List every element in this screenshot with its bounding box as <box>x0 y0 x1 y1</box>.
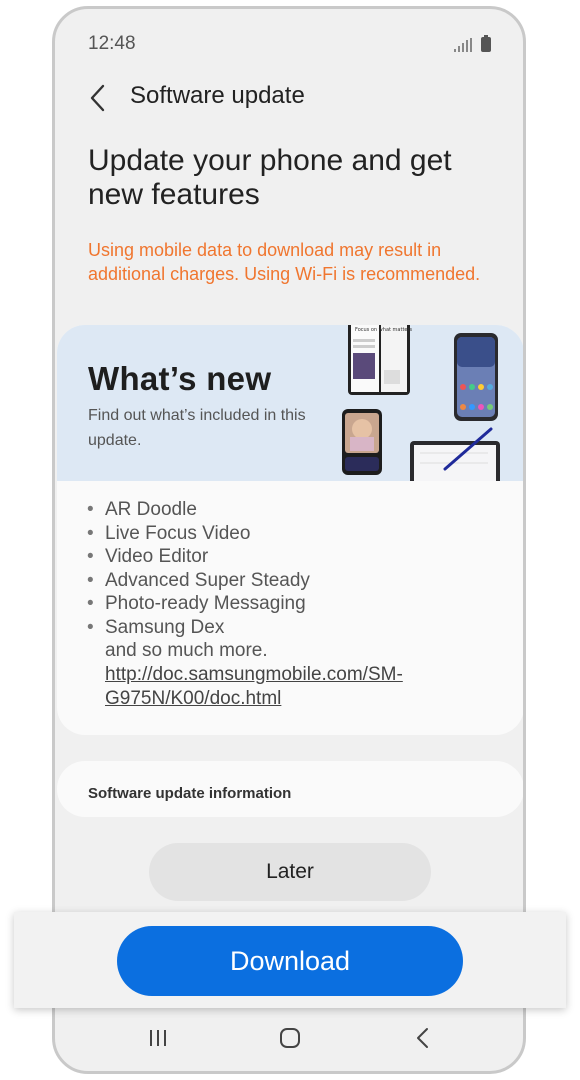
whats-new-banner: What’s new Find out what’s included in t… <box>57 325 523 481</box>
list-item: Video Editor <box>87 545 507 569</box>
signal-icon <box>454 38 472 52</box>
promo-text: Focus on what matters <box>355 327 413 333</box>
nav-home-button[interactable] <box>270 1023 310 1053</box>
download-sheet: Download <box>14 912 566 1008</box>
status-time: 12:48 <box>88 33 136 54</box>
data-charge-warning: Using mobile data to download may result… <box>88 240 481 284</box>
back-button[interactable] <box>85 83 113 113</box>
release-notes-link[interactable]: http://doc.samsungmobile.com/SM-G975N/K0… <box>105 663 485 710</box>
chevron-left-icon <box>90 84 105 112</box>
page-title: Software update <box>130 82 305 109</box>
list-item: Photo-ready Messaging <box>87 592 507 616</box>
whats-new-card: What’s new Find out what’s included in t… <box>57 325 523 735</box>
home-icon <box>280 1028 300 1048</box>
headline: Update your phone and get new features <box>88 144 452 211</box>
feature-list: AR Doodle Live Focus Video Video Editor … <box>87 498 507 639</box>
battery-icon <box>481 35 491 52</box>
whats-new-subtitle: Find out what’s included in this update. <box>88 407 306 449</box>
recents-icon <box>150 1030 166 1046</box>
software-update-info-label: Software update information <box>88 785 292 802</box>
back-icon <box>417 1028 428 1048</box>
list-item: Live Focus Video <box>87 522 507 546</box>
nav-back-button[interactable] <box>403 1023 443 1053</box>
more-text: and so much more. <box>105 640 268 661</box>
software-update-info-row[interactable]: Software update information <box>57 761 523 817</box>
later-button[interactable]: Later <box>149 843 431 901</box>
status-icons <box>454 35 491 52</box>
list-item: Samsung Dex <box>87 616 507 640</box>
whats-new-title: What’s new <box>88 360 272 397</box>
nav-recents-button[interactable] <box>138 1023 178 1053</box>
navigation-bar <box>55 1009 523 1071</box>
devices-illustration: Focus on what matters <box>342 325 500 481</box>
list-item: AR Doodle <box>87 498 507 522</box>
list-item: Advanced Super Steady <box>87 569 507 593</box>
download-button[interactable]: Download <box>117 926 463 996</box>
